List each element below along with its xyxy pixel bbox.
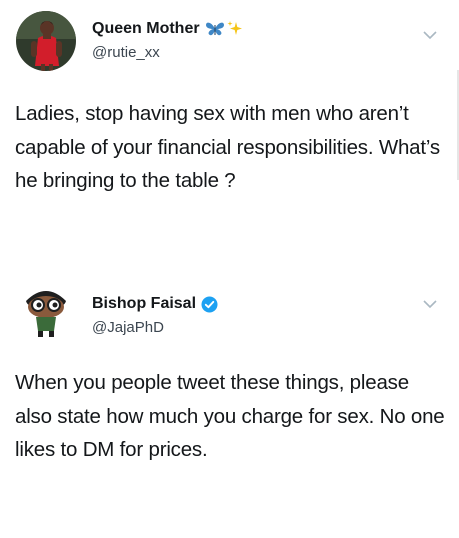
handle[interactable]: @JajaPhD: [92, 318, 218, 338]
handle[interactable]: @rutie_xx: [92, 43, 244, 63]
display-name[interactable]: Queen Mother: [92, 19, 244, 39]
tweet-bishop-faisal: Bishop Faisal @JajaPhD When you people t…: [0, 270, 459, 538]
butterfly-emoji-icon: [205, 22, 224, 36]
tweet-text: When you people tweet these things, plea…: [15, 371, 445, 461]
avatar[interactable]: [16, 11, 76, 71]
display-name-text: Bishop Faisal: [92, 295, 197, 312]
verified-badge-icon: [201, 296, 218, 312]
tweet-text: Ladies, stop having sex with men who are…: [15, 102, 440, 192]
chevron-down-icon[interactable]: [423, 299, 437, 309]
display-name-text: Queen Mother: [92, 20, 200, 37]
display-name[interactable]: Bishop Faisal: [92, 294, 218, 314]
sparkles-emoji-icon: [227, 21, 242, 35]
avatar[interactable]: [18, 283, 74, 339]
chevron-down-icon[interactable]: [423, 30, 437, 40]
tweet-queen-mother: Queen Mother @rutie_xx Ladies, stop havi…: [0, 0, 459, 262]
